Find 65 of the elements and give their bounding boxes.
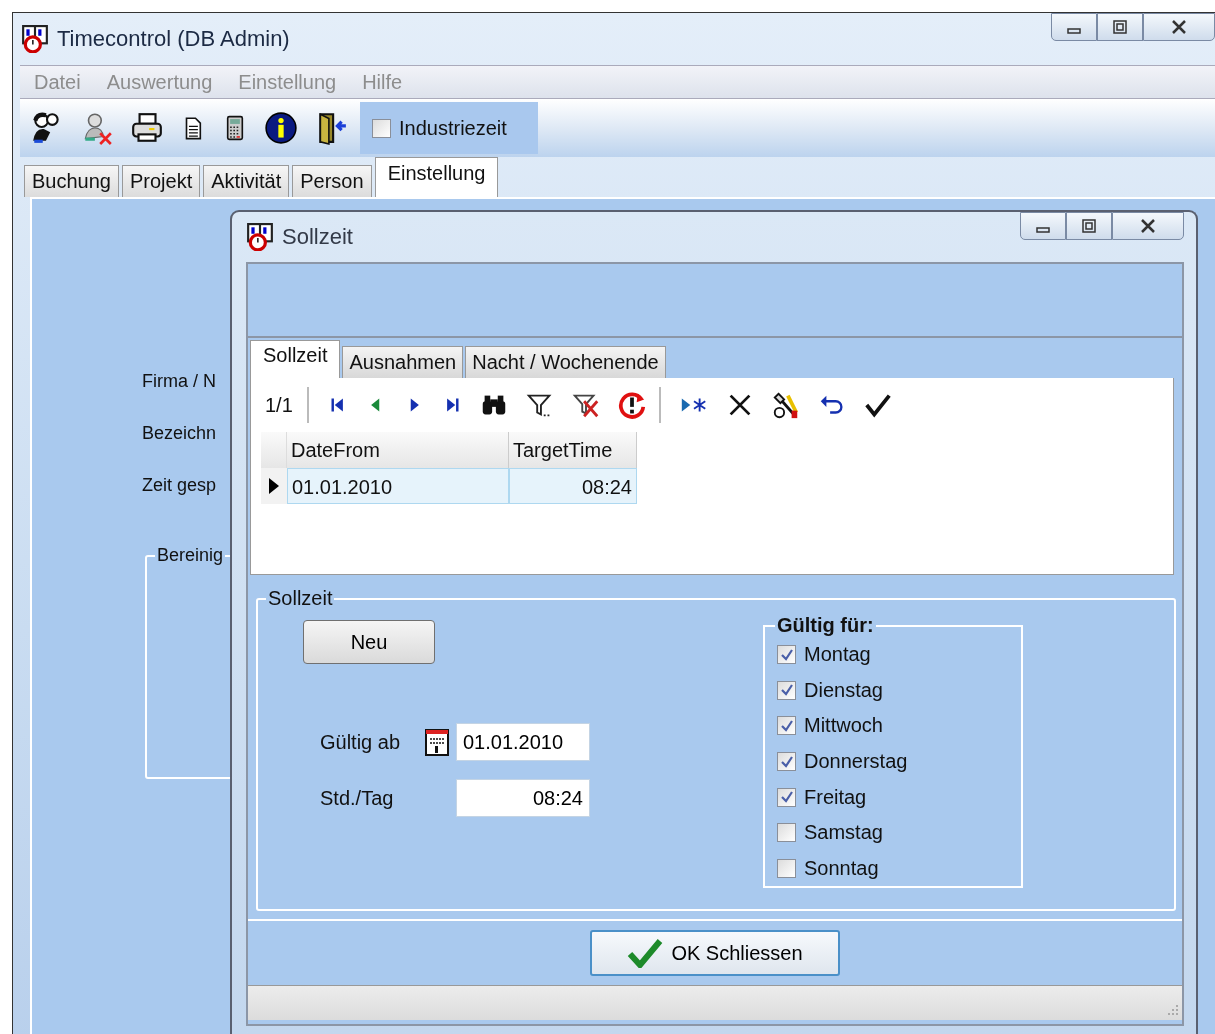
table-cell: 01.01.2010 <box>287 468 509 504</box>
new-button[interactable]: Neu <box>303 620 435 664</box>
tab[interactable]: Sollzeit <box>250 340 341 378</box>
close-button[interactable] <box>1112 212 1184 240</box>
minimize-icon <box>1036 227 1050 233</box>
checkbox[interactable] <box>777 680 796 700</box>
minimize-button[interactable] <box>1051 13 1097 41</box>
group-title: Bereinig <box>156 545 225 566</box>
tab[interactable]: Einstellung <box>374 157 499 197</box>
ok-button[interactable]: OK Schliessen <box>590 930 840 976</box>
clock-calendar-icon <box>21 25 49 53</box>
row-selector[interactable] <box>261 468 287 504</box>
tab[interactable]: Aktivität <box>203 165 290 197</box>
checkbox[interactable] <box>777 823 796 843</box>
checkbox-label: Dienstag <box>804 678 883 702</box>
resize-grip-icon[interactable] <box>1165 1003 1179 1017</box>
column-header[interactable]: TargetTime <box>509 432 637 468</box>
checkbox[interactable] <box>372 118 391 138</box>
maximize-icon <box>1110 20 1130 34</box>
maximize-button[interactable] <box>1097 13 1143 41</box>
checkbox[interactable] <box>777 752 796 772</box>
tab[interactable]: Person <box>292 165 372 197</box>
checkbox-label: Mittwoch <box>804 714 883 738</box>
close-icon <box>1169 20 1189 34</box>
minimize-icon <box>1067 28 1081 34</box>
checkbox[interactable] <box>777 858 796 878</box>
input-field[interactable]: 01.01.2010 <box>456 723 590 761</box>
close-icon <box>1138 219 1158 233</box>
maximize-button[interactable] <box>1066 212 1112 240</box>
printer-icon[interactable] <box>130 111 164 145</box>
table-cell: 08:24 <box>509 468 637 504</box>
checkbox-label: Industriezeit <box>399 116 507 140</box>
header-corner <box>261 432 287 468</box>
checkbox-label: Donnerstag <box>804 750 908 774</box>
record-position: 1/1 <box>265 393 293 417</box>
checkbox-label: Samstag <box>804 821 883 845</box>
checkbox[interactable] <box>777 716 796 736</box>
tab[interactable]: Nacht / Wochenende <box>465 346 666 378</box>
checkbox[interactable] <box>777 787 796 807</box>
minimize-button[interactable] <box>1020 212 1066 240</box>
window-title: Timecontrol (DB Admin) <box>57 26 290 52</box>
clock-calendar-icon <box>246 223 274 251</box>
info-icon[interactable] <box>264 111 298 145</box>
checkbox-label: Freitag <box>804 785 867 809</box>
tab[interactable]: Ausnahmen <box>342 346 464 378</box>
checkbox-label: Sonntag <box>804 856 879 880</box>
input-field[interactable]: 08:24 <box>456 779 590 817</box>
tab[interactable]: Buchung <box>24 165 119 197</box>
group-title: Sollzeit <box>267 587 334 610</box>
checkbox[interactable] <box>777 645 796 665</box>
maximize-icon <box>1079 219 1099 233</box>
field-label: Gültig ab <box>320 730 402 754</box>
field-label: Firma / N <box>142 371 217 393</box>
field-label: Zeit gesp <box>142 475 218 497</box>
tab[interactable]: Projekt <box>121 165 201 197</box>
checkmark-icon <box>627 938 664 968</box>
group-title: Gültig für: <box>776 614 875 637</box>
field-label: Std./Tag <box>320 786 395 810</box>
close-button[interactable] <box>1143 13 1215 41</box>
checkbox-label: Montag <box>804 643 871 667</box>
column-header[interactable]: DateFrom <box>287 432 509 468</box>
calendar-icon[interactable] <box>424 727 450 757</box>
row-pointer-icon <box>268 478 280 494</box>
dialog-title: Sollzeit <box>282 224 353 250</box>
field-label: Bezeichn <box>142 423 218 445</box>
